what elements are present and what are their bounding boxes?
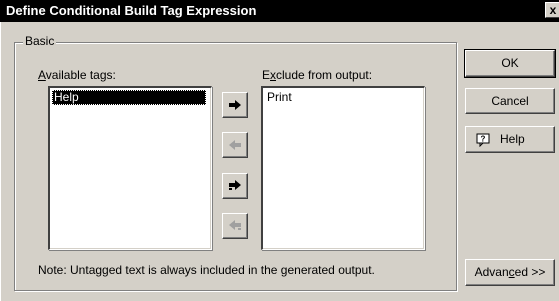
- available-tags-list[interactable]: Help: [48, 86, 212, 250]
- basic-group-legend: Basic: [23, 34, 57, 48]
- arrow-left-icon: [229, 140, 241, 150]
- arrow-right-icon: [229, 100, 241, 110]
- list-item[interactable]: Print: [265, 90, 419, 105]
- excluded-tags-list[interactable]: Print: [261, 86, 425, 250]
- window-title: Define Conditional Build Tag Expression: [6, 3, 257, 18]
- cancel-button[interactable]: Cancel: [465, 88, 555, 114]
- move-all-right-button[interactable]: [222, 173, 248, 199]
- move-all-left-button[interactable]: [222, 213, 248, 239]
- available-tags-label: Available tags:: [38, 68, 116, 82]
- advanced-button[interactable]: Advanced >>: [465, 259, 555, 286]
- svg-text:?: ?: [481, 135, 486, 144]
- ok-button[interactable]: OK: [464, 49, 556, 78]
- list-item[interactable]: Help: [52, 90, 206, 105]
- untagged-note: Note: Untagged text is always included i…: [38, 263, 375, 277]
- question-balloon-icon: ?: [476, 133, 490, 147]
- double-arrow-left-icon: [229, 220, 241, 230]
- double-arrow-right-icon: [229, 180, 241, 190]
- help-button[interactable]: ? Help: [465, 126, 555, 153]
- move-left-button[interactable]: [222, 132, 248, 158]
- title-bar[interactable]: Define Conditional Build Tag Expression …: [0, 0, 559, 22]
- exclude-from-output-label: Exclude from output:: [262, 68, 373, 82]
- close-button[interactable]: x: [545, 2, 559, 18]
- help-button-label: Help: [500, 132, 525, 146]
- move-right-button[interactable]: [222, 92, 248, 118]
